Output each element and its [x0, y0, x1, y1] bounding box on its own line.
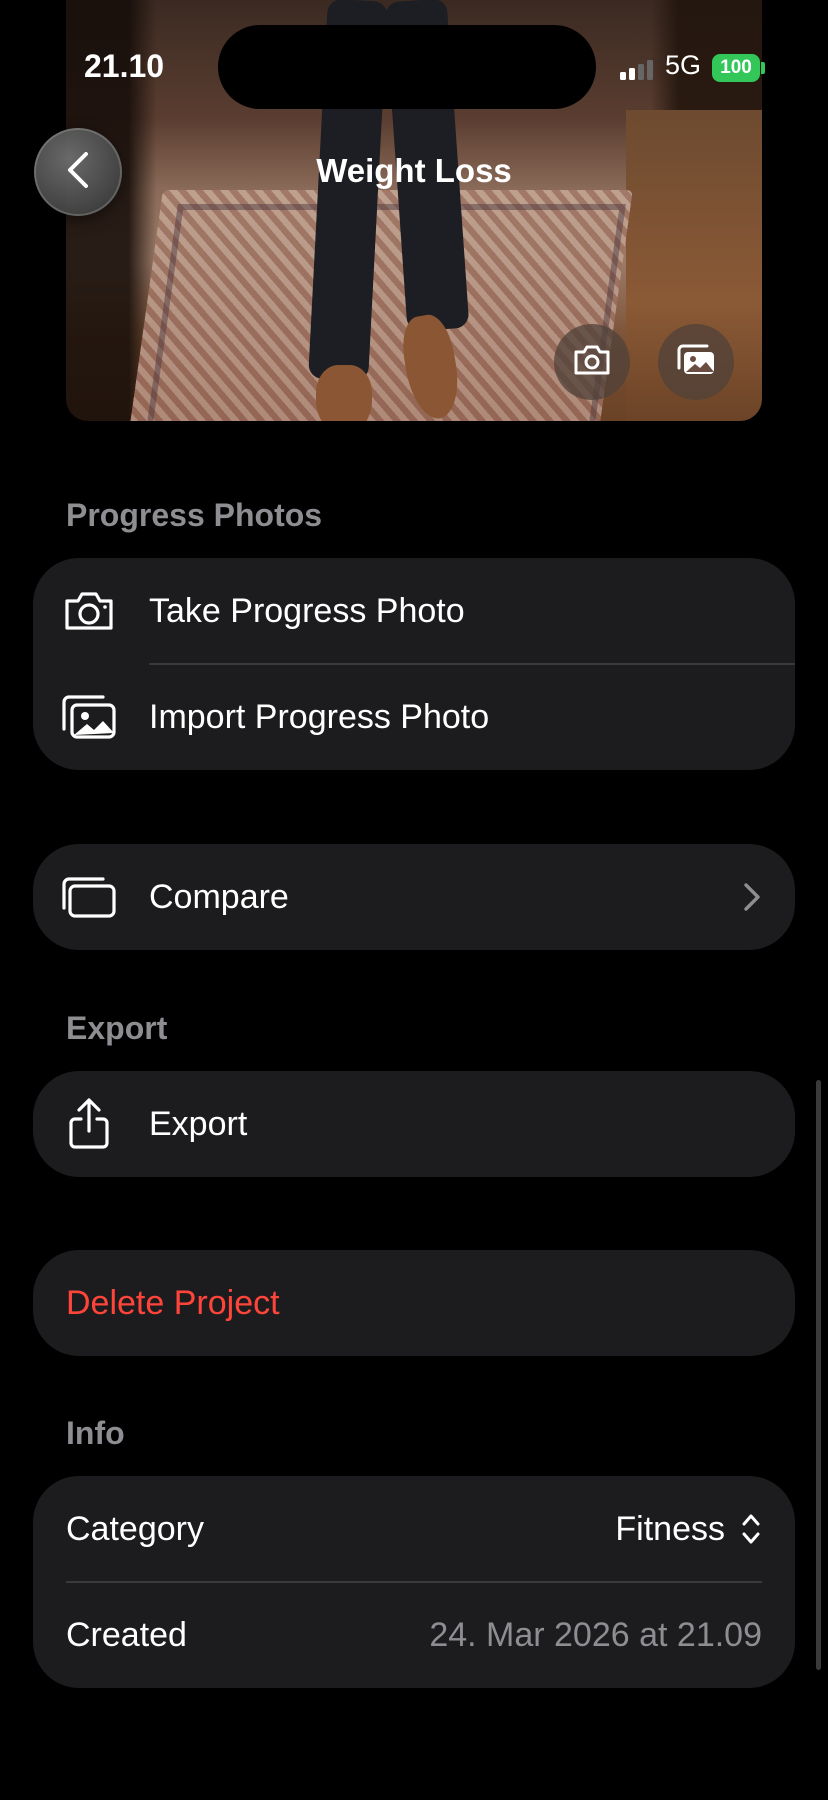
- delete-card: Delete Project: [33, 1250, 795, 1356]
- photo-stack-icon: [59, 687, 119, 747]
- delete-project-label: Delete Project: [66, 1283, 280, 1322]
- photo-library-button[interactable]: [658, 324, 734, 400]
- share-icon: [59, 1094, 119, 1154]
- page-title: Weight Loss: [316, 152, 512, 189]
- signal-icon: [620, 58, 656, 87]
- info-card: Category Fitness Created 24. Mar 2026 at…: [33, 1476, 795, 1688]
- export-label: Export: [149, 1104, 248, 1143]
- chevron-up-down-icon: [740, 1512, 762, 1551]
- export-card: Export: [33, 1071, 795, 1177]
- import-progress-photo-row[interactable]: Import Progress Photo: [33, 664, 795, 770]
- status-time: 21.10: [84, 48, 165, 84]
- export-row[interactable]: Export: [33, 1071, 795, 1177]
- battery-indicator: 100: [712, 54, 760, 82]
- network-type: 5G: [665, 50, 702, 80]
- scroll-indicator[interactable]: [816, 1080, 821, 1670]
- compare-row[interactable]: Compare: [33, 844, 795, 950]
- photo-shoe-left: [316, 365, 372, 421]
- category-value[interactable]: Fitness: [615, 1510, 725, 1549]
- compare-card: Compare: [33, 844, 795, 950]
- camera-button[interactable]: [554, 324, 630, 400]
- category-row[interactable]: Category Fitness: [33, 1476, 795, 1582]
- created-label: Created: [66, 1615, 187, 1654]
- battery-tip: [761, 62, 765, 74]
- category-label: Category: [66, 1509, 204, 1548]
- take-progress-photo-row[interactable]: Take Progress Photo: [33, 558, 795, 664]
- section-header-export: Export: [66, 1010, 168, 1046]
- delete-project-button[interactable]: Delete Project: [33, 1250, 795, 1356]
- created-row: Created 24. Mar 2026 at 21.09: [33, 1582, 795, 1688]
- compare-label: Compare: [149, 877, 289, 916]
- camera-icon: [59, 581, 119, 641]
- section-header-info: Info: [66, 1415, 125, 1451]
- take-progress-photo-label: Take Progress Photo: [149, 591, 465, 630]
- dynamic-island: [218, 25, 596, 109]
- compare-stack-icon: [59, 867, 119, 927]
- photo-rug-border: [146, 204, 626, 421]
- photo-stack-icon: [675, 343, 717, 382]
- created-value: 24. Mar 2026 at 21.09: [429, 1615, 762, 1654]
- progress-photos-card: Take Progress Photo Import Progress Phot…: [33, 558, 795, 770]
- chevron-right-icon: [743, 882, 761, 917]
- import-progress-photo-label: Import Progress Photo: [149, 697, 490, 736]
- section-header-progress-photos: Progress Photos: [66, 497, 323, 533]
- camera-icon: [572, 343, 612, 382]
